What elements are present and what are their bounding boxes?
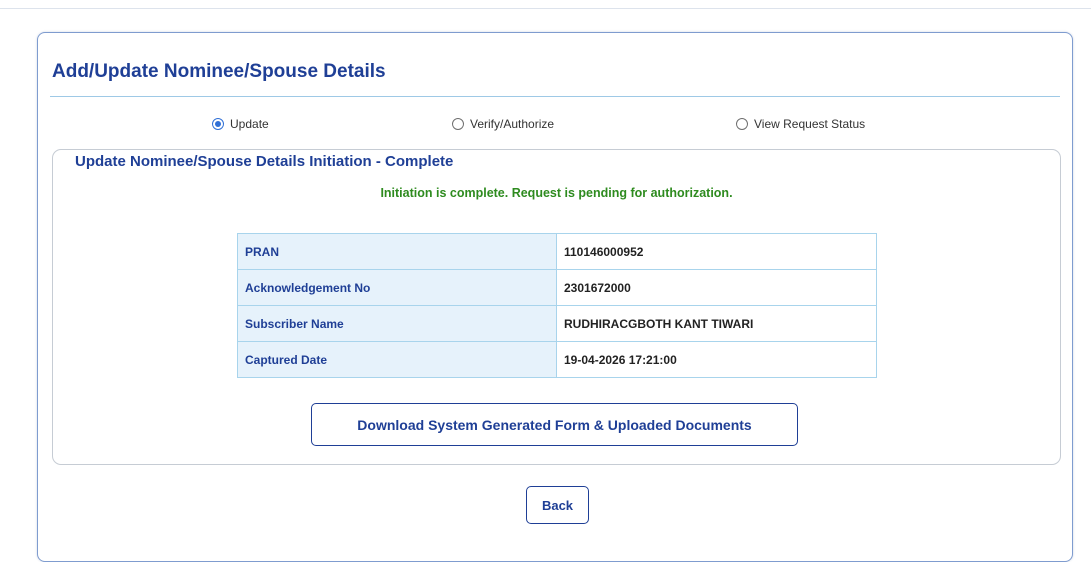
section-title: Update Nominee/Spouse Details Initiation… <box>75 153 454 170</box>
download-documents-button[interactable]: Download System Generated Form & Uploade… <box>311 403 798 446</box>
radio-view-request-status[interactable]: View Request Status <box>736 117 865 131</box>
table-row: Subscriber Name RUDHIRACGBOTH KANT TIWAR… <box>237 305 877 342</box>
radio-verify-authorize-label: Verify/Authorize <box>470 117 555 131</box>
initiation-complete-panel: Update Nominee/Spouse Details Initiation… <box>52 149 1061 465</box>
subscriber-name-label: Subscriber Name <box>237 305 557 342</box>
subscriber-name-value: RUDHIRACGBOTH KANT TIWARI <box>556 305 877 342</box>
radio-view-request-status-label: View Request Status <box>754 117 866 131</box>
captured-date-label: Captured Date <box>237 341 557 378</box>
acknowledgement-no-value: 2301672000 <box>556 269 877 306</box>
title-divider <box>50 96 1060 97</box>
radio-verify-authorize[interactable]: Verify/Authorize <box>452 117 554 131</box>
back-button[interactable]: Back <box>526 486 589 524</box>
radio-update-label: Update <box>230 117 269 131</box>
captured-date-value: 19-04-2026 17:21:00 <box>556 341 877 378</box>
page-title: Add/Update Nominee/Spouse Details <box>52 61 386 82</box>
radio-update[interactable]: Update <box>212 117 269 131</box>
details-table: PRAN 110146000952 Acknowledgement No 230… <box>237 233 877 378</box>
table-row: Captured Date 19-04-2026 17:21:00 <box>237 341 877 378</box>
radio-selected-icon[interactable] <box>212 118 224 130</box>
pran-value: 110146000952 <box>556 233 877 270</box>
main-panel: Add/Update Nominee/Spouse Details Update… <box>37 32 1073 562</box>
radio-unselected-icon[interactable] <box>736 118 748 130</box>
table-row: Acknowledgement No 2301672000 <box>237 269 877 306</box>
radio-unselected-icon[interactable] <box>452 118 464 130</box>
top-divider <box>0 8 1091 9</box>
acknowledgement-no-label: Acknowledgement No <box>237 269 557 306</box>
action-radio-group: Update Verify/Authorize View Request Sta… <box>38 117 1072 137</box>
table-row: PRAN 110146000952 <box>237 233 877 270</box>
pran-label: PRAN <box>237 233 557 270</box>
success-message: Initiation is complete. Request is pendi… <box>380 186 733 200</box>
